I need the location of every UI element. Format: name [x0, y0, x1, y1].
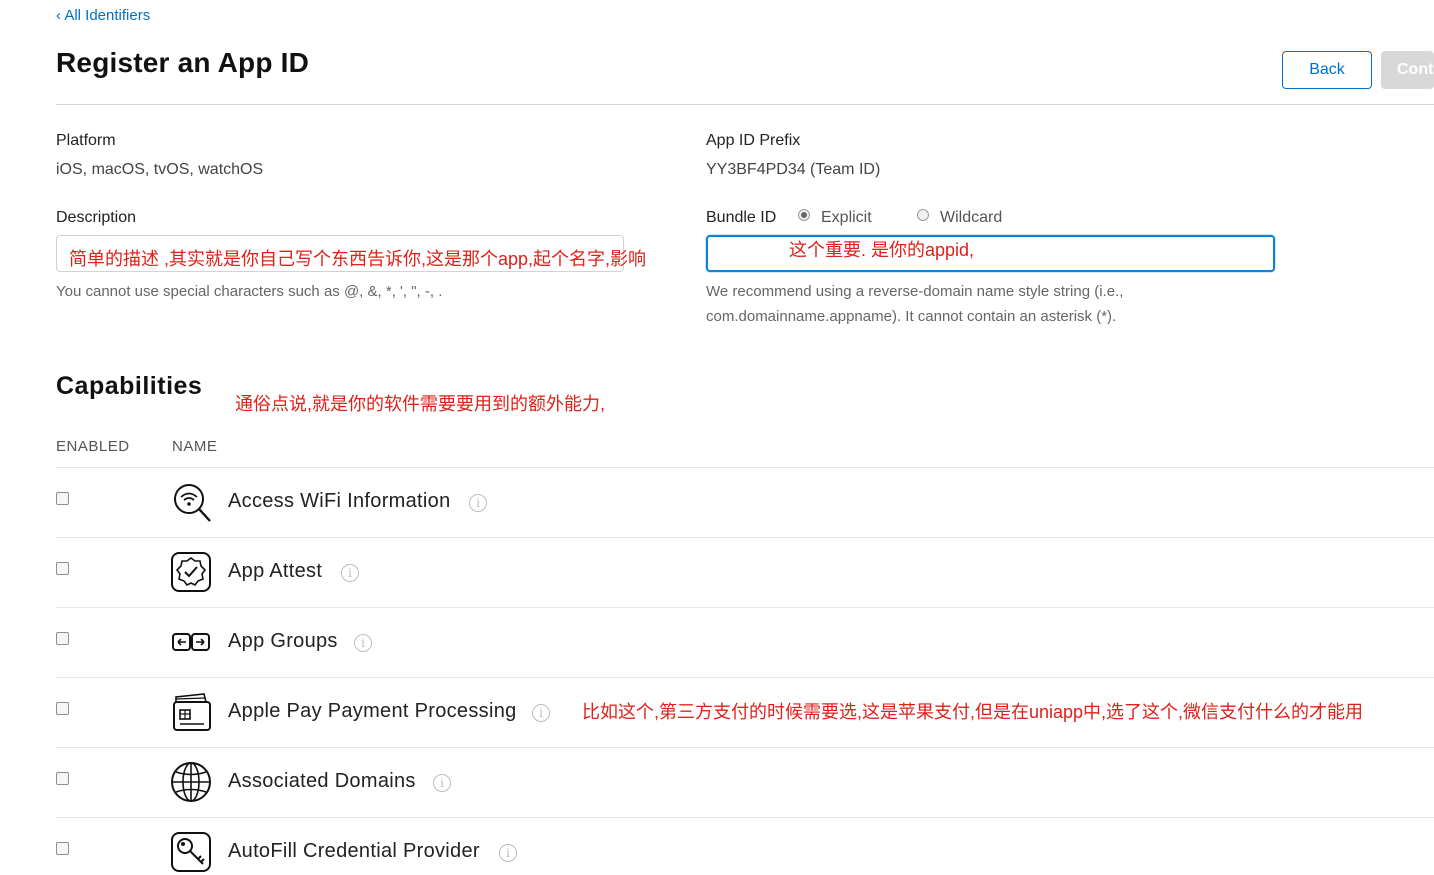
- bundle-id-label: Bundle ID: [706, 209, 777, 226]
- description-hint: You cannot use special characters such a…: [56, 283, 443, 300]
- enabled-column-header: ENABLED: [56, 438, 130, 455]
- table-header-divider: [56, 467, 1434, 468]
- info-icon[interactable]: i: [354, 634, 372, 652]
- info-icon[interactable]: i: [341, 564, 359, 582]
- description-annotation: 简单的描述 ,其实就是你自己写个东西告诉你,这是那个app,起个名字,影响: [69, 249, 647, 269]
- capability-name[interactable]: Apple Pay Payment Processing: [228, 700, 517, 723]
- wifi-search-icon: [174, 484, 211, 522]
- apple-pay-annotation: 比如这个,第三方支付的时候需要选,这是苹果支付,但是在uniapp中,选了这个,…: [582, 702, 1364, 722]
- bundle-id-hint-line2: com.domainname.appname). It cannot conta…: [706, 308, 1117, 325]
- description-label: Description: [56, 209, 137, 226]
- row-divider: [56, 677, 1434, 678]
- explicit-radio-label[interactable]: Explicit: [821, 209, 872, 227]
- apple-pay-checkbox[interactable]: [56, 702, 69, 715]
- wildcard-radio-label[interactable]: Wildcard: [940, 209, 1002, 227]
- back-button[interactable]: Back: [1282, 51, 1372, 89]
- row-divider: [56, 607, 1434, 608]
- capabilities-annotation: 通俗点说,就是你的软件需要要用到的额外能力,: [235, 394, 605, 414]
- verified-badge-icon: [171, 552, 211, 592]
- capability-name[interactable]: AutoFill Credential Provider: [228, 840, 480, 863]
- app-attest-checkbox[interactable]: [56, 562, 69, 575]
- info-icon[interactable]: i: [532, 704, 550, 722]
- wallet-card-icon: [173, 693, 211, 731]
- globe-icon: [171, 762, 211, 802]
- bundle-id-hint-line1: We recommend using a reverse-domain name…: [706, 283, 1124, 300]
- app-id-prefix-value: YY3BF4PD34 (Team ID): [706, 161, 881, 178]
- bundle-id-annotation: 这个重要. 是你的appid,: [789, 240, 975, 260]
- platform-label: Platform: [56, 132, 116, 149]
- access-wifi-checkbox[interactable]: [56, 492, 69, 505]
- capabilities-title: Capabilities: [56, 372, 203, 400]
- wildcard-radio[interactable]: [917, 209, 929, 221]
- header-divider: [56, 104, 1434, 105]
- capability-name[interactable]: Associated Domains: [228, 770, 416, 793]
- info-icon[interactable]: i: [499, 844, 517, 862]
- capability-name[interactable]: App Groups: [228, 630, 338, 653]
- all-identifiers-link[interactable]: ‹ All Identifiers: [56, 7, 150, 24]
- app-groups-checkbox[interactable]: [56, 632, 69, 645]
- capability-name[interactable]: App Attest: [228, 560, 322, 583]
- row-divider: [56, 817, 1434, 818]
- app-groups-icon: [172, 633, 210, 651]
- page-title: Register an App ID: [56, 47, 310, 78]
- name-column-header: NAME: [172, 438, 218, 455]
- continue-button[interactable]: Cont: [1381, 51, 1434, 89]
- explicit-radio[interactable]: [798, 209, 810, 221]
- platform-value: iOS, macOS, tvOS, watchOS: [56, 161, 264, 178]
- capability-name[interactable]: Access WiFi Information: [228, 490, 451, 513]
- info-icon[interactable]: i: [433, 774, 451, 792]
- row-divider: [56, 747, 1434, 748]
- row-divider: [56, 537, 1434, 538]
- info-icon[interactable]: i: [469, 494, 487, 512]
- autofill-checkbox[interactable]: [56, 842, 69, 855]
- key-icon: [171, 832, 211, 872]
- associated-domains-checkbox[interactable]: [56, 772, 69, 785]
- app-id-prefix-label: App ID Prefix: [706, 132, 801, 149]
